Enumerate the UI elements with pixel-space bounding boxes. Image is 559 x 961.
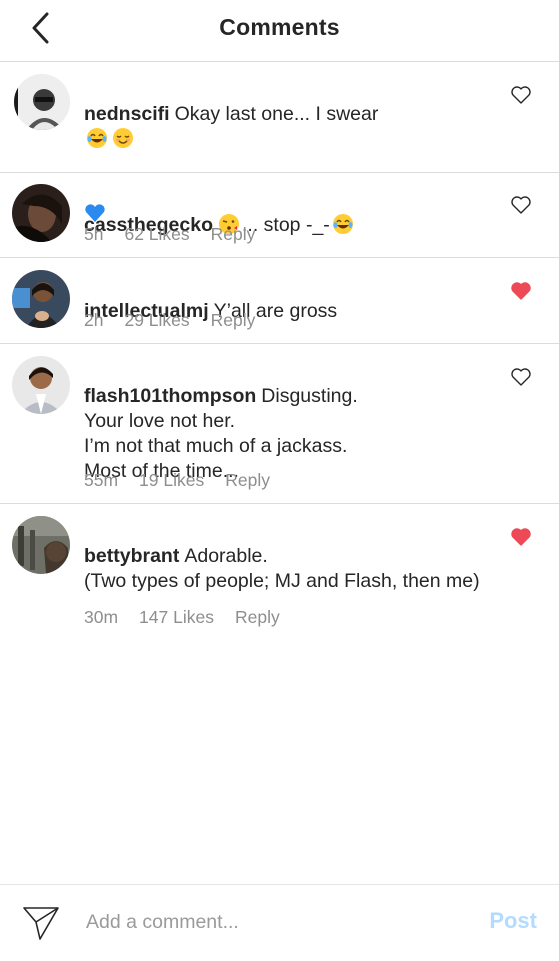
comment-input[interactable] [86, 905, 456, 939]
comment-item: flash101thompson Disgusting. Your love no… [0, 344, 559, 503]
heart-filled-icon[interactable] [510, 281, 532, 301]
header: Comments [0, 0, 559, 62]
like-count[interactable]: 62 Likes [124, 224, 189, 244]
heart-filled-icon[interactable] [510, 527, 532, 547]
heart-icon[interactable] [510, 367, 532, 387]
username[interactable]: nednscifi [84, 103, 170, 125]
paper-plane-icon[interactable] [22, 905, 60, 941]
avatar[interactable] [12, 516, 70, 574]
avatar[interactable] [14, 74, 70, 130]
avatar[interactable] [12, 270, 70, 328]
smiling-blush-emoji-icon [113, 128, 133, 148]
comment-meta: 2h 29 Likes Reply [84, 310, 255, 331]
tears-of-joy-emoji-icon [87, 128, 107, 148]
comment-time: 2h [84, 310, 104, 330]
like-count[interactable]: 19 Likes [139, 470, 204, 490]
page-title: Comments [219, 14, 340, 40]
comment-time: 55m [84, 470, 119, 490]
avatar[interactable] [12, 184, 70, 242]
reply-button[interactable]: Reply [211, 310, 256, 330]
reply-button[interactable]: Reply [225, 470, 270, 490]
comment-meta: 30m 147 Likes Reply [84, 607, 280, 628]
username[interactable]: flash101thompson [84, 385, 256, 407]
like-count[interactable]: 147 Likes [139, 607, 214, 627]
caption-body: Okay last one... I swear [174, 103, 379, 125]
comment-item: intellectualmj Y’all are gross 2h 29 Likes… [0, 258, 559, 343]
comment-text: flash101thompson Disgusting. Your love no… [84, 359, 494, 484]
comment-time: 30m [84, 607, 119, 627]
comment-meta: 55m 19 Likes Reply [84, 470, 270, 491]
username[interactable]: bettybrant [84, 545, 179, 567]
comment-item: bettybrant Adorable. (Two types of people… [0, 504, 559, 644]
comment-item: cassthegecko... stop -_- 5h 62 Likes Reply [0, 173, 559, 257]
caption: nednscifi Okay last one... I swear [0, 62, 559, 222]
reply-button[interactable]: Reply [211, 224, 256, 244]
like-count[interactable]: 29 Likes [124, 310, 189, 330]
comment-meta: 5h 62 Likes Reply [84, 224, 255, 245]
comment-composer: Post [0, 884, 559, 961]
comment-text: bettybrant Adorable. (Two types of people… [84, 519, 494, 594]
tears-of-joy-emoji-icon [332, 214, 353, 234]
avatar[interactable] [12, 356, 70, 414]
reply-button[interactable]: Reply [235, 607, 280, 627]
comment-time: 5h [84, 224, 104, 244]
heart-icon[interactable] [510, 195, 532, 215]
post-button[interactable]: Post [489, 908, 537, 934]
heart-icon[interactable] [510, 85, 532, 105]
